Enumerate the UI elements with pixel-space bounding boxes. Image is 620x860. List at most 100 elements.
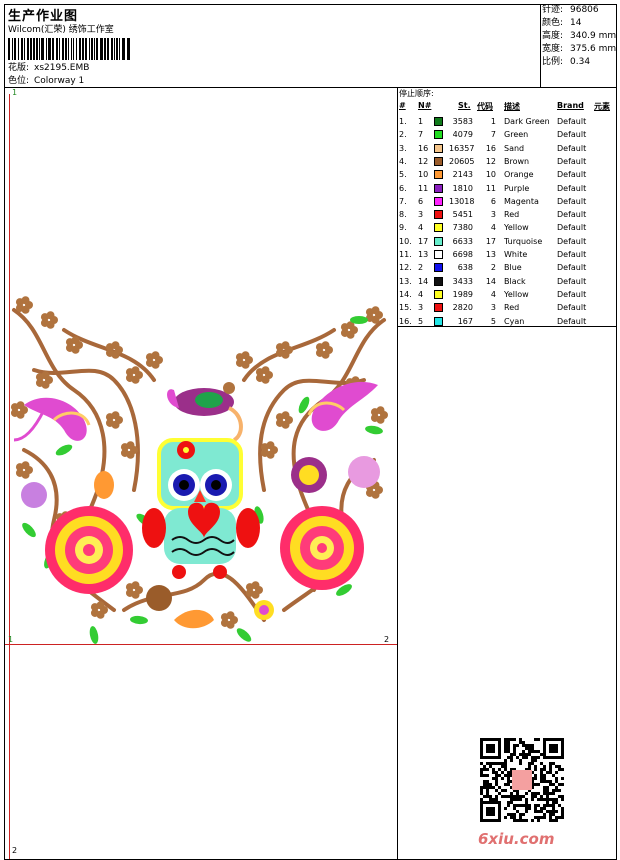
color-description: Cyan <box>504 316 525 326</box>
color-description: Orange <box>504 170 534 180</box>
thread-brand: Default <box>557 303 587 313</box>
stitch-count: 1989 <box>452 289 473 299</box>
color-code: 6 <box>490 196 496 206</box>
barcode <box>8 38 130 60</box>
design-label: 花版: <box>8 63 30 73</box>
row-index: 1. <box>399 117 407 126</box>
row-index: 5. <box>399 170 407 180</box>
thread-brand: Default <box>557 223 587 233</box>
color-swatch <box>434 316 443 326</box>
thread-brand: Default <box>557 276 587 286</box>
color-swatch <box>434 183 443 193</box>
table-row: 7. 6 13018 6 Magenta Default <box>399 195 620 208</box>
stat-value: 96806 <box>570 5 599 15</box>
color-swatch <box>434 143 443 153</box>
color-description: White <box>504 250 528 259</box>
table-row: 14. 4 1989 4 Yellow Default <box>399 288 620 301</box>
needle-number: 2 <box>418 263 424 273</box>
col-brand: Brand <box>557 101 584 110</box>
color-swatch <box>434 156 443 166</box>
owl <box>142 438 260 579</box>
stitch-count: 638 <box>457 263 473 273</box>
row-index: 8. <box>399 210 407 220</box>
needle-number: 4 <box>418 289 424 299</box>
stitch-count: 5451 <box>452 210 473 220</box>
thread-brand: Default <box>557 170 587 180</box>
qr-code <box>480 738 564 822</box>
needle-number: 3 <box>418 210 424 220</box>
color-description: Yellow <box>504 289 529 299</box>
color-description: Brown <box>504 156 530 166</box>
table-row: 16. 5 167 5 Cyan Default <box>399 315 620 328</box>
table-row: 5. 10 2143 10 Orange Default <box>399 168 620 181</box>
col-num: # <box>399 101 406 110</box>
table-row: 13. 14 3433 14 Black Default <box>399 275 620 288</box>
needle-number: 10 <box>418 170 429 180</box>
color-swatch <box>434 210 443 220</box>
stitch-count: 3583 <box>452 117 473 126</box>
stat-label: 宽度: <box>542 44 564 54</box>
table-header: # N# St. 代码 描述 Brand 元素 <box>399 101 617 113</box>
needle-number: 7 <box>418 130 424 140</box>
colorway-value: Colorway 1 <box>34 76 85 86</box>
needle-number: 14 <box>418 276 429 286</box>
stitch-count: 16357 <box>449 143 475 153</box>
thread-brand: Default <box>557 196 587 206</box>
needle-number: 13 <box>418 250 429 259</box>
row-index: 10. <box>399 236 412 246</box>
left-phoenix <box>13 397 91 442</box>
bottom-brown-flower <box>146 585 172 611</box>
color-swatch <box>434 303 443 313</box>
table-row: 2. 7 4079 7 Green Default <box>399 128 620 141</box>
stop-sequence-title: 停止顺序: <box>399 89 434 98</box>
row-index: 13. <box>399 276 412 286</box>
color-code: 5 <box>490 316 496 326</box>
stat-label: 比例: <box>542 57 564 67</box>
color-swatch <box>434 250 443 259</box>
needle-number: 1 <box>418 117 424 126</box>
table-row: 10. 17 6633 17 Turquoise Default <box>399 235 620 248</box>
row-index: 16. <box>399 316 412 326</box>
row-index: 15. <box>399 303 412 313</box>
color-description: Blue <box>504 263 522 273</box>
bottom-orange-leaf <box>174 609 214 629</box>
stitch-count: 20605 <box>449 156 475 166</box>
row-index: 14. <box>399 289 412 299</box>
table-row: 1. 1 3583 1 Dark Green Default <box>399 115 620 128</box>
row-index: 3. <box>399 143 407 153</box>
stat-label: 针迹: <box>542 5 564 15</box>
stat-value: 340.9 mm <box>570 31 617 41</box>
row-index: 9. <box>399 223 407 233</box>
stat-value: 375.6 mm <box>570 44 617 54</box>
stitch-count: 2820 <box>452 303 473 313</box>
needle-number: 11 <box>418 183 429 193</box>
stat-label: 颜色: <box>542 18 564 28</box>
color-swatch <box>434 117 443 126</box>
colorway-label: 色位: <box>8 76 30 86</box>
row-index: 7. <box>399 196 407 206</box>
stat-label: 高度: <box>542 31 564 41</box>
color-description: Red <box>504 210 520 220</box>
color-description: Dark Green <box>504 117 550 126</box>
color-swatch <box>434 236 443 246</box>
color-swatch <box>434 130 443 140</box>
color-code: 11 <box>485 183 496 193</box>
color-swatch <box>434 289 443 299</box>
thread-brand: Default <box>557 156 587 166</box>
col-desc: 描述 <box>504 102 520 111</box>
color-code: 3 <box>490 303 496 313</box>
left-orange-bud <box>94 471 114 499</box>
color-swatch <box>434 223 443 233</box>
needle-number: 6 <box>418 196 424 206</box>
stitch-count: 6633 <box>452 236 473 246</box>
color-code: 14 <box>485 276 496 286</box>
corner-mark-bottom: 2 <box>12 846 18 855</box>
color-code: 10 <box>485 170 496 180</box>
color-code: 1 <box>490 117 496 126</box>
thread-brand: Default <box>557 130 587 140</box>
color-swatch <box>434 170 443 180</box>
color-description: Turquoise <box>504 236 543 246</box>
col-code: 代码 <box>477 102 493 111</box>
col-n: N# <box>418 101 432 110</box>
color-description: Yellow <box>504 223 529 233</box>
